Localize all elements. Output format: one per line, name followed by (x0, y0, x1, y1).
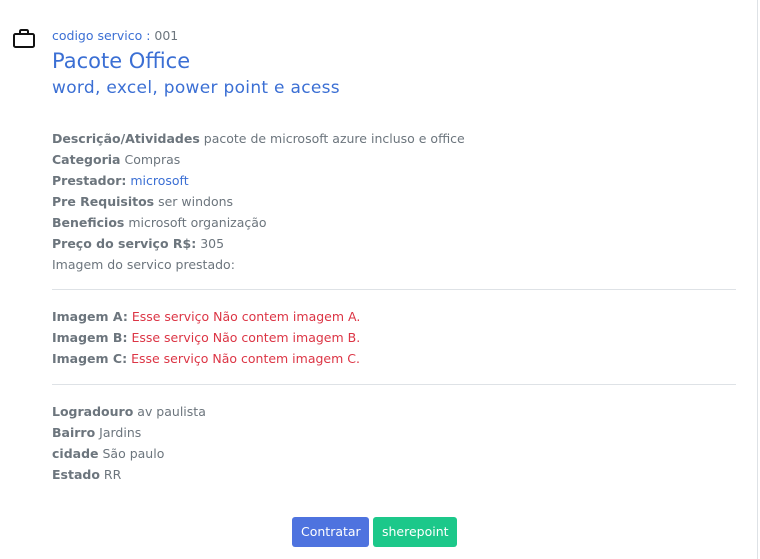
image-label: Imagem A: (52, 309, 128, 324)
detail-row-benefits: Beneficios microsoft organização (52, 212, 736, 233)
divider (52, 289, 736, 290)
briefcase-icon (13, 29, 35, 48)
image-label: Imagem C: (52, 351, 128, 366)
image-missing-text: Esse serviço Não contem imagem B. (131, 330, 361, 345)
address-value: RR (103, 467, 122, 482)
image-label: Imagem B: (52, 330, 128, 345)
service-code-label: codigo servico : (52, 28, 151, 43)
image-row-c: Imagem C: Esse serviço Não contem imagem… (52, 348, 736, 369)
address-row-city: cidade São paulo (52, 443, 736, 464)
detail-value: Compras (124, 152, 181, 167)
detail-row-price: Preço do serviço R$: 305 (52, 233, 736, 254)
service-details: Descrição/Atividades pacote de microsoft… (52, 128, 736, 275)
detail-value: microsoft organização (128, 215, 267, 230)
image-row-b: Imagem B: Esse serviço Não contem imagem… (52, 327, 736, 348)
address-label: Logradouro (52, 404, 134, 419)
address-label: cidade (52, 446, 99, 461)
detail-label: Prestador: (52, 173, 127, 188)
detail-row-description: Descrição/Atividades pacote de microsoft… (52, 128, 736, 149)
sherepoint-button[interactable]: sherepoint (373, 517, 457, 547)
detail-label: Beneficios (52, 215, 125, 230)
detail-label: Descrição/Atividades (52, 131, 200, 146)
image-missing-text: Esse serviço Não contem imagem C. (131, 351, 360, 366)
detail-label: Categoria (52, 152, 121, 167)
address-value: Jardins (99, 425, 142, 440)
address-row-neighborhood: Bairro Jardins (52, 422, 736, 443)
service-images: Imagem A: Esse serviço Não contem imagem… (52, 306, 736, 369)
image-row-a: Imagem A: Esse serviço Não contem imagem… (52, 306, 736, 327)
image-missing-text: Esse serviço Não contem imagem A. (131, 309, 361, 324)
address-label: Estado (52, 467, 100, 482)
service-code: codigo servico : 001 (52, 28, 736, 44)
service-title: Pacote Office (52, 49, 191, 73)
address-value: av paulista (137, 404, 206, 419)
contratar-button[interactable]: Contratar (292, 517, 369, 547)
image-caption-text: Imagem do servico prestado: (52, 257, 235, 272)
detail-row-category: Categoria Compras (52, 149, 736, 170)
address-label: Bairro (52, 425, 96, 440)
provider-link[interactable]: microsoft (130, 173, 188, 188)
detail-row-prerequisites: Pre Requisitos ser windons (52, 191, 736, 212)
detail-row-provider: Prestador: microsoft (52, 170, 736, 191)
divider (52, 384, 736, 385)
action-buttons: Contratar sherepoint (292, 517, 457, 547)
address-value: São paulo (102, 446, 165, 461)
address-row-state: Estado RR (52, 464, 736, 485)
detail-value: ser windons (158, 194, 234, 209)
detail-label: Pre Requisitos (52, 194, 155, 209)
service-address: Logradouro av paulista Bairro Jardins ci… (52, 401, 736, 485)
address-row-street: Logradouro av paulista (52, 401, 736, 422)
service-subtitle: word, excel, power point e acess (52, 78, 340, 98)
detail-value: 305 (200, 236, 225, 251)
detail-label: Preço do serviço R$: (52, 236, 197, 251)
image-caption: Imagem do servico prestado: (52, 254, 736, 275)
service-detail: codigo servico : 001 Pacote Office word,… (52, 28, 736, 485)
detail-value: pacote de microsoft azure incluso e offi… (203, 131, 465, 146)
page-right-border (757, 0, 758, 559)
service-code-value: 001 (154, 28, 179, 43)
